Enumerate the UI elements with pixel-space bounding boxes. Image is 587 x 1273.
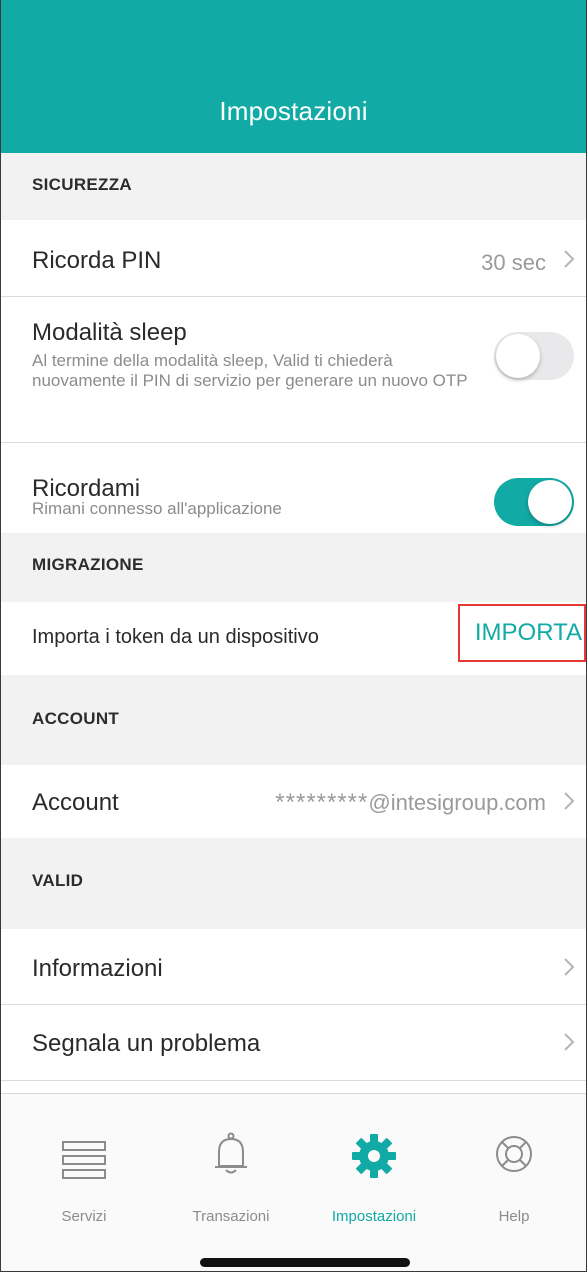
sleep-mode-row: Modalità sleep Al termine della modalità…	[1, 297, 586, 443]
info-row[interactable]: Informazioni	[1, 929, 586, 1005]
list-icon	[62, 1141, 106, 1179]
remember-pin-value: 30 sec	[481, 250, 546, 275]
gear-icon	[352, 1134, 396, 1178]
account-email: *********@intesigroup.com	[275, 789, 546, 817]
settings-screen: Impostazioni SICUREZZA Ricorda PIN 30 se…	[0, 0, 587, 1272]
chevron-right-icon	[564, 792, 575, 810]
section-header-valid: VALID	[1, 838, 586, 929]
chevron-right-icon	[564, 250, 575, 268]
account-masked: *********	[275, 789, 369, 816]
chevron-right-icon	[564, 958, 575, 976]
tab-help[interactable]: Help	[441, 1094, 586, 1234]
remember-pin-row[interactable]: Ricorda PIN 30 sec	[1, 220, 586, 297]
tab-servizi[interactable]: Servizi	[11, 1094, 157, 1234]
section-header-account: ACCOUNT	[1, 675, 586, 765]
info-label: Informazioni	[32, 955, 163, 982]
section-header-security: SICUREZZA	[1, 153, 586, 220]
sleep-mode-label: Modalità sleep	[32, 319, 187, 346]
tab-label: Help	[498, 1208, 530, 1225]
section-label: ACCOUNT	[32, 709, 120, 728]
tab-label: Transazioni	[192, 1208, 270, 1225]
bell-icon	[215, 1132, 247, 1174]
section-label: MIGRAZIONE	[32, 555, 144, 574]
remember-me-description: Rimani connesso all'applicazione	[32, 499, 282, 518]
remember-pin-label: Ricorda PIN	[32, 247, 162, 274]
tab-bar: Servizi Transazioni Impostazioni Help	[1, 1093, 586, 1271]
home-indicator	[200, 1258, 410, 1267]
sleep-mode-description: Al termine della modalità sleep, Valid t…	[32, 351, 468, 390]
section-label: VALID	[32, 871, 84, 890]
chevron-right-icon	[564, 1033, 575, 1051]
app-header: Impostazioni	[1, 0, 586, 153]
tab-transazioni[interactable]: Transazioni	[158, 1094, 304, 1234]
lifebuoy-icon	[496, 1136, 532, 1172]
account-domain: @intesigroup.com	[368, 790, 546, 815]
account-row[interactable]: Account *********@intesigroup.com	[1, 765, 586, 838]
sleep-mode-toggle[interactable]	[494, 332, 574, 380]
section-label: SICUREZZA	[32, 175, 132, 194]
remember-me-row: Ricordami Rimani connesso all'applicazio…	[1, 443, 586, 533]
account-label: Account	[32, 789, 119, 816]
toggle-knob	[496, 334, 540, 378]
page-title: Impostazioni	[219, 96, 368, 126]
report-row[interactable]: Segnala un problema	[1, 1005, 586, 1081]
remember-me-toggle[interactable]	[494, 478, 574, 526]
row-divider	[1, 1080, 586, 1081]
tab-label: Impostazioni	[331, 1208, 417, 1225]
report-label: Segnala un problema	[32, 1030, 261, 1057]
import-label: Importa i token da un dispositivo	[32, 626, 319, 648]
import-button[interactable]: IMPORTA	[458, 604, 586, 662]
tab-impostazioni[interactable]: Impostazioni	[301, 1094, 447, 1234]
section-header-migration: MIGRAZIONE	[1, 533, 586, 602]
tab-label: Servizi	[61, 1208, 107, 1225]
toggle-knob	[528, 480, 572, 524]
